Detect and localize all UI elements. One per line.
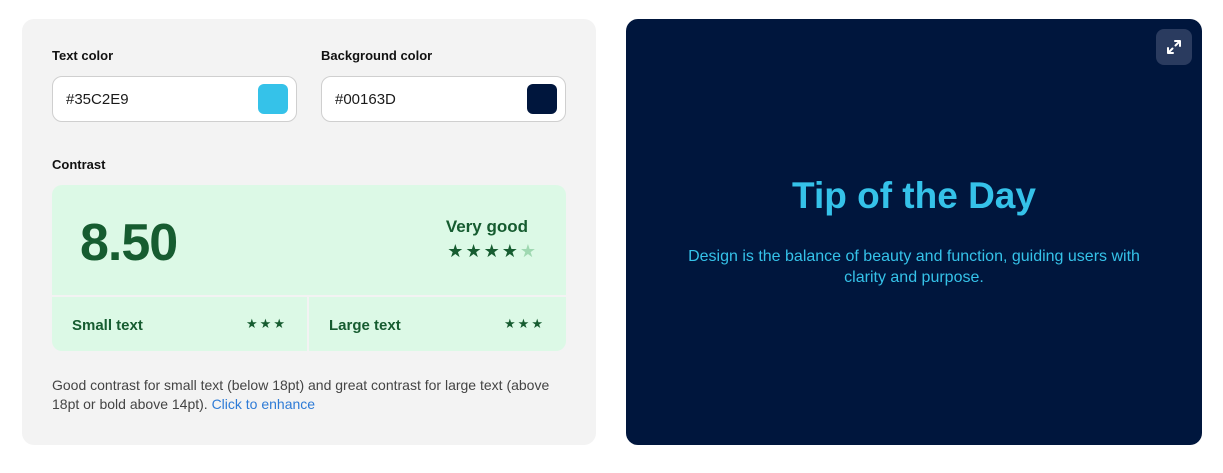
star-filled-icon: ★: [246, 317, 258, 332]
contrast-ratio: 8.50: [80, 214, 178, 272]
small-text-label: Small text: [72, 317, 143, 334]
expand-button[interactable]: [1156, 29, 1192, 65]
background-color-label: Background color: [321, 48, 433, 63]
color-preview-panel: Tip of the Day Design is the balance of …: [626, 19, 1202, 445]
enhance-link[interactable]: Click to enhance: [212, 396, 316, 412]
star-filled-icon: ★: [259, 317, 272, 332]
star-filled-icon: ★: [517, 317, 530, 332]
contrast-rating-stars: ★ ★ ★ ★ ★: [447, 243, 536, 261]
contrast-settings-panel: Text color #35C2E9 Background color #001…: [22, 19, 596, 445]
text-color-swatch[interactable]: [258, 84, 288, 114]
star-filled-icon: ★: [447, 241, 464, 262]
contrast-label: Contrast: [52, 157, 106, 172]
expand-icon: [1167, 40, 1181, 54]
background-color-swatch[interactable]: [527, 84, 557, 114]
text-color-input[interactable]: #35C2E9: [52, 76, 297, 122]
large-text-label: Large text: [329, 317, 401, 334]
contrast-description: Good contrast for small text (below 18pt…: [52, 376, 572, 414]
contrast-result-card: 8.50 Very good ★ ★ ★ ★ ★ Small text ★ ★ ★ Larg…: [52, 185, 566, 351]
preview-title: Tip of the Day: [792, 175, 1036, 216]
text-color-value[interactable]: #35C2E9: [66, 91, 129, 108]
star-filled-icon: ★: [531, 317, 543, 332]
background-color-input[interactable]: #00163D: [321, 76, 566, 122]
contrast-rating: Very good: [445, 217, 528, 236]
card-divider: [52, 295, 566, 297]
card-divider: [307, 297, 309, 351]
star-filled-icon: ★: [483, 241, 500, 262]
small-text-stars: ★ ★ ★: [246, 318, 285, 331]
text-color-label: Text color: [52, 48, 114, 63]
large-text-stars: ★ ★ ★: [504, 318, 543, 331]
star-filled-icon: ★: [465, 241, 482, 262]
star-empty-icon: ★: [519, 241, 536, 262]
background-color-value[interactable]: #00163D: [335, 91, 396, 108]
star-filled-icon: ★: [273, 317, 285, 332]
preview-body: Design is the balance of beauty and func…: [688, 248, 1140, 286]
star-filled-icon: ★: [501, 241, 518, 262]
star-filled-icon: ★: [504, 317, 516, 332]
